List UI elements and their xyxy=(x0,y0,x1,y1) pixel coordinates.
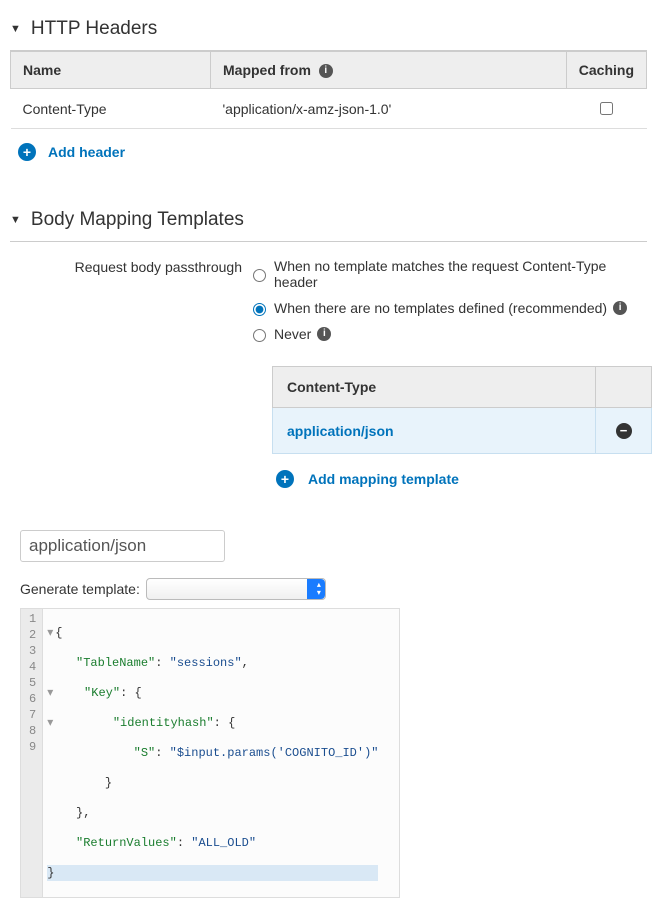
radio-label: When there are no templates defined (rec… xyxy=(274,300,607,316)
caret-down-icon: ▼ xyxy=(10,215,21,226)
radio-input[interactable] xyxy=(253,269,266,282)
remove-icon[interactable]: − xyxy=(616,423,632,439)
http-headers-header[interactable]: ▼ HTTP Headers xyxy=(10,10,647,51)
content-type-row[interactable]: application/json − xyxy=(273,408,652,454)
plus-icon: + xyxy=(18,143,36,161)
code-editor[interactable]: 123456789 ▾{ "TableName": "sessions", ▾ … xyxy=(20,608,400,898)
ct-header: Content-Type xyxy=(273,367,596,408)
radio-input[interactable] xyxy=(253,303,266,316)
info-icon[interactable]: i xyxy=(613,301,627,315)
header-mapped-cell: 'application/x-amz-json-1.0' xyxy=(211,89,567,129)
generate-template-select[interactable]: ▴▾ xyxy=(146,578,326,600)
http-headers-table: Name Mapped from i Caching Content-Type … xyxy=(10,51,647,129)
passthrough-option-1[interactable]: When no template matches the request Con… xyxy=(248,258,647,290)
content-type-table: Content-Type application/json − xyxy=(272,366,652,454)
plus-icon: + xyxy=(276,470,294,488)
passthrough-option-3[interactable]: Never i xyxy=(248,326,647,342)
col-mapped: Mapped from i xyxy=(211,52,567,89)
generate-template-label: Generate template: xyxy=(20,581,140,597)
body-mapping-header[interactable]: ▼ Body Mapping Templates xyxy=(10,201,647,242)
radio-input[interactable] xyxy=(253,329,266,342)
code-content[interactable]: ▾{ "TableName": "sessions", ▾ "Key": { ▾… xyxy=(43,609,382,897)
content-type-input[interactable] xyxy=(20,530,225,562)
passthrough-option-2[interactable]: When there are no templates defined (rec… xyxy=(248,300,647,316)
content-type-value[interactable]: application/json xyxy=(273,408,596,454)
http-headers-title: HTTP Headers xyxy=(31,18,157,40)
add-header-button[interactable]: + Add header xyxy=(10,129,647,175)
add-mapping-label: Add mapping template xyxy=(308,471,459,487)
table-row: Content-Type 'application/x-amz-json-1.0… xyxy=(11,89,647,129)
col-name: Name xyxy=(11,52,211,89)
info-icon[interactable]: i xyxy=(319,64,333,78)
add-header-label: Add header xyxy=(48,144,125,160)
info-icon[interactable]: i xyxy=(317,327,331,341)
body-mapping-title: Body Mapping Templates xyxy=(31,209,244,231)
header-caching-cell xyxy=(566,89,646,129)
code-gutter: 123456789 xyxy=(21,609,43,897)
caching-checkbox[interactable] xyxy=(600,102,613,115)
content-type-remove-cell: − xyxy=(596,408,652,454)
passthrough-radio-group: When no template matches the request Con… xyxy=(248,258,647,352)
header-name-cell: Content-Type xyxy=(11,89,211,129)
caret-down-icon: ▼ xyxy=(10,24,21,35)
radio-label: When no template matches the request Con… xyxy=(274,258,647,290)
add-mapping-template-button[interactable]: + Add mapping template xyxy=(272,454,652,504)
radio-label: Never xyxy=(274,326,311,342)
passthrough-label: Request body passthrough xyxy=(10,258,248,352)
col-caching: Caching xyxy=(566,52,646,89)
ct-actions-header xyxy=(596,367,652,408)
